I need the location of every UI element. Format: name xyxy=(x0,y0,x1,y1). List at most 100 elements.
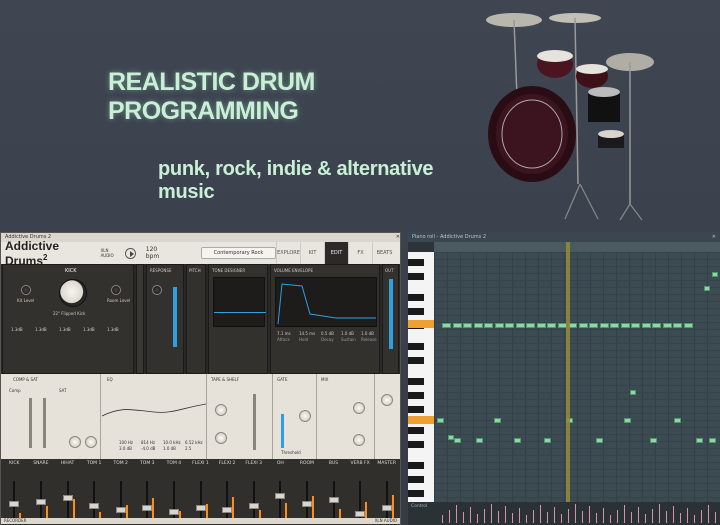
velocity-bar[interactable] xyxy=(456,505,457,523)
velocity-bar[interactable] xyxy=(715,512,716,523)
mixer-fader[interactable] xyxy=(9,501,20,507)
mixer-fader[interactable] xyxy=(142,505,153,511)
playhead[interactable] xyxy=(566,242,570,525)
velocity-bar[interactable] xyxy=(540,505,541,523)
eq-curve[interactable] xyxy=(102,386,206,436)
sat-amount-knob[interactable] xyxy=(85,436,97,448)
mixer-fader[interactable] xyxy=(328,497,339,503)
velocity-bar[interactable] xyxy=(701,510,702,523)
tape-slider[interactable] xyxy=(253,394,256,450)
black-key[interactable] xyxy=(408,259,424,266)
velocity-bar[interactable] xyxy=(568,509,569,523)
black-key[interactable] xyxy=(408,357,424,364)
velocity-bar[interactable] xyxy=(554,507,555,523)
room-level-knob[interactable] xyxy=(111,285,121,295)
black-key[interactable] xyxy=(408,462,424,469)
midi-note[interactable] xyxy=(544,438,551,443)
mixer-fader[interactable] xyxy=(62,495,73,501)
midi-note[interactable] xyxy=(463,323,472,328)
velocity-bar[interactable] xyxy=(610,515,611,523)
mix-knob-2[interactable] xyxy=(353,434,365,446)
midi-note[interactable] xyxy=(631,323,640,328)
midi-note[interactable] xyxy=(652,323,661,328)
black-key[interactable] xyxy=(408,308,424,315)
velocity-bar[interactable] xyxy=(526,515,527,523)
black-key[interactable] xyxy=(408,392,424,399)
piano-keyboard[interactable] xyxy=(408,252,434,502)
mixer-fader[interactable] xyxy=(195,505,206,511)
midi-note[interactable] xyxy=(442,323,451,328)
preset-selector[interactable]: Contemporary Rock xyxy=(200,247,276,259)
close-icon[interactable]: ✕ xyxy=(396,233,400,242)
send-knob[interactable] xyxy=(381,394,393,406)
kick-drum-icon[interactable] xyxy=(59,279,87,307)
midi-note[interactable] xyxy=(709,438,716,443)
midi-note[interactable] xyxy=(514,438,521,443)
velocity-bar[interactable] xyxy=(477,514,478,523)
mixer-fader[interactable] xyxy=(248,503,259,509)
volume-envelope-graph[interactable] xyxy=(275,277,377,327)
midi-note[interactable] xyxy=(505,323,514,328)
midi-note[interactable] xyxy=(630,390,636,395)
midi-note[interactable] xyxy=(662,323,672,328)
midi-note[interactable] xyxy=(448,435,454,440)
velocity-bar[interactable] xyxy=(533,510,534,523)
velocity-bar[interactable] xyxy=(666,511,667,523)
midi-note[interactable] xyxy=(589,323,598,328)
mixer-fader[interactable] xyxy=(35,499,46,505)
recorder-label[interactable]: RECORDER xyxy=(4,518,26,524)
velocity-bar[interactable] xyxy=(603,508,604,523)
velocity-lane[interactable]: Control xyxy=(408,502,720,525)
black-key[interactable] xyxy=(408,378,424,385)
midi-note[interactable] xyxy=(494,418,501,423)
midi-note[interactable] xyxy=(599,323,609,328)
midi-note[interactable] xyxy=(473,323,483,328)
gate-knob[interactable] xyxy=(299,410,311,422)
midi-note[interactable] xyxy=(494,323,504,328)
velocity-bar[interactable] xyxy=(645,514,646,523)
mixer-fader[interactable] xyxy=(381,505,392,511)
midi-note[interactable] xyxy=(484,323,493,328)
velocity-bar[interactable] xyxy=(575,504,576,523)
mixer-fader[interactable] xyxy=(115,507,126,513)
midi-note[interactable] xyxy=(620,323,630,328)
shelf-knob[interactable] xyxy=(215,432,227,444)
midi-note[interactable] xyxy=(641,323,651,328)
mixer-fader[interactable] xyxy=(275,493,286,499)
note-grid[interactable] xyxy=(434,252,720,502)
midi-note[interactable] xyxy=(454,438,461,443)
midi-note[interactable] xyxy=(696,438,703,443)
black-key[interactable] xyxy=(408,427,424,434)
velocity-bar[interactable] xyxy=(491,504,492,523)
black-key[interactable] xyxy=(408,294,424,301)
midi-note[interactable] xyxy=(596,438,603,443)
midi-note[interactable] xyxy=(673,323,682,328)
velocity-bar[interactable] xyxy=(547,512,548,523)
close-icon[interactable]: ✕ xyxy=(712,232,716,242)
black-key[interactable] xyxy=(408,476,424,483)
midi-note[interactable] xyxy=(683,323,693,328)
velocity-bar[interactable] xyxy=(582,511,583,523)
velocity-bar[interactable] xyxy=(617,510,618,523)
velocity-bar[interactable] xyxy=(694,515,695,523)
black-key[interactable] xyxy=(408,490,424,497)
velocity-bar[interactable] xyxy=(652,509,653,523)
tape-knob[interactable] xyxy=(215,404,227,416)
mixer-fader[interactable] xyxy=(168,509,179,515)
velocity-bar[interactable] xyxy=(519,508,520,523)
midi-note[interactable] xyxy=(452,323,462,328)
play-button[interactable] xyxy=(125,247,136,259)
timeline-ruler[interactable] xyxy=(434,242,720,252)
midi-note[interactable] xyxy=(624,418,631,423)
velocity-bar[interactable] xyxy=(449,510,450,523)
active-key[interactable] xyxy=(408,320,434,328)
velocity-bar[interactable] xyxy=(561,514,562,523)
velocity-bar[interactable] xyxy=(505,506,506,523)
comp-slider-2[interactable] xyxy=(43,398,46,448)
black-key[interactable] xyxy=(408,406,424,413)
midi-note[interactable] xyxy=(674,418,681,423)
velocity-bar[interactable] xyxy=(659,504,660,523)
tempo-display[interactable]: 120 bpm xyxy=(146,246,171,260)
velocity-bar[interactable] xyxy=(624,505,625,523)
midi-note[interactable] xyxy=(547,323,556,328)
